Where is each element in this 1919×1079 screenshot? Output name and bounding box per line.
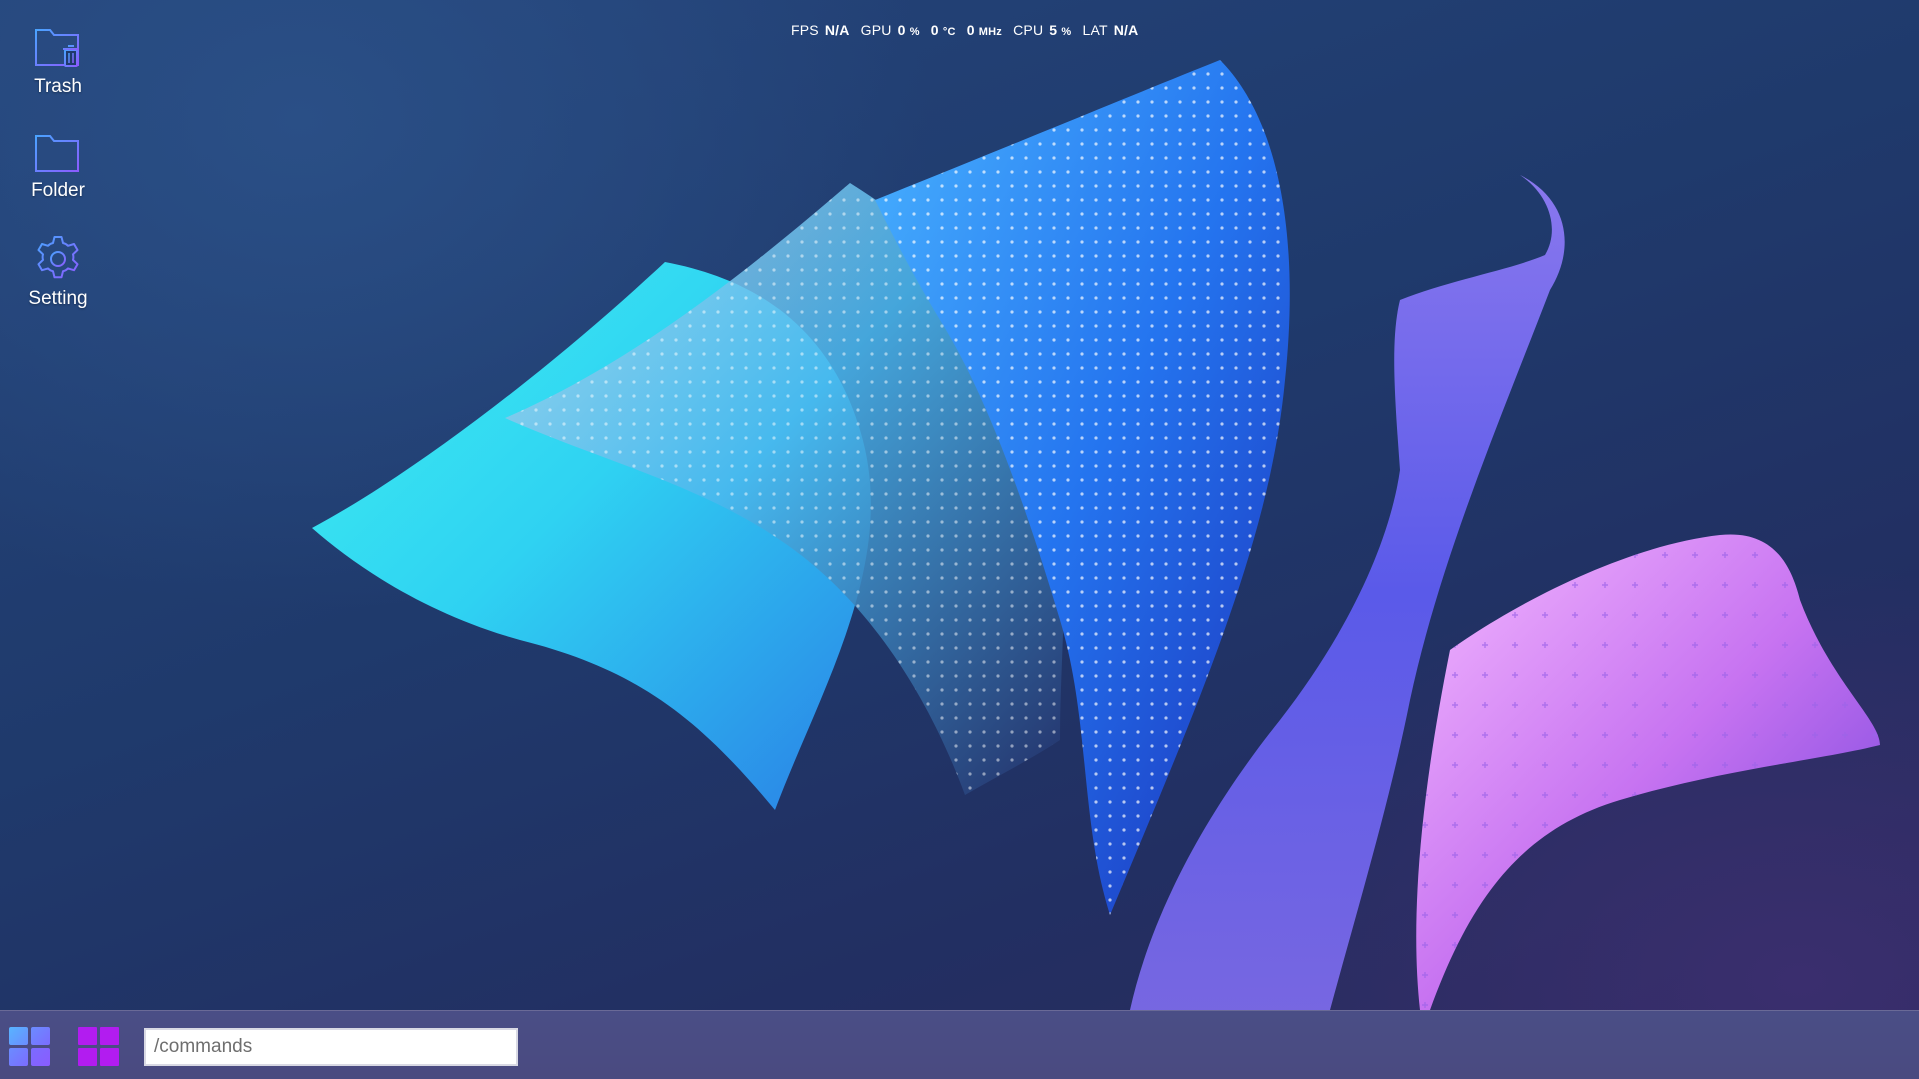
desktop-icon-folder[interactable]: Folder (18, 128, 98, 202)
app-grid-icon (78, 1027, 97, 1045)
windows-grid-icon (9, 1027, 28, 1045)
gpu-usage-value: 0 (897, 22, 906, 38)
desktop-icon-trash[interactable]: Trash (18, 22, 98, 98)
latency-value: N/A (1113, 22, 1139, 38)
performance-overlay: FPS N/A GPU 0 % 0 °C 0 MHz CPU 5 % LAT N/A (791, 22, 1145, 38)
latency-label: LAT (1082, 22, 1108, 38)
gpu-clock-value: 0 (966, 22, 975, 38)
gpu-temp-unit: °C (942, 26, 956, 38)
desktop-icon-label: Setting (28, 288, 88, 309)
folder-icon (35, 135, 79, 172)
windows-grid-icon (31, 1027, 50, 1045)
windows-grid-icon (9, 1048, 28, 1066)
gear-icon (37, 236, 79, 279)
trash-folder-icon (35, 29, 79, 67)
desktop-icon-setting[interactable]: Setting (18, 234, 98, 310)
desktop: FPS N/A GPU 0 % 0 °C 0 MHz CPU 5 % LAT N/A T… (0, 0, 1919, 1010)
cpu-usage-value: 5 (1049, 22, 1058, 38)
windows-grid-icon (31, 1048, 50, 1066)
taskbar (0, 1010, 1919, 1079)
fps-label: FPS (791, 22, 819, 38)
command-input[interactable] (144, 1028, 518, 1066)
fps-value: N/A (824, 22, 850, 38)
gpu-clock-unit: MHz (978, 26, 1003, 38)
desktop-icon-label: Folder (31, 180, 85, 201)
gpu-label: GPU (860, 22, 892, 38)
desktop-icon-label: Trash (34, 76, 82, 97)
app-grid-icon (78, 1048, 97, 1066)
cpu-label: CPU (1013, 22, 1044, 38)
start-button[interactable] (9, 1027, 51, 1067)
app-launcher-button[interactable] (78, 1027, 120, 1067)
app-grid-icon (100, 1048, 119, 1066)
gpu-usage-unit: % (909, 26, 920, 38)
gpu-temp-value: 0 (930, 22, 939, 38)
wallpaper-art (312, 60, 1880, 1010)
app-grid-icon (100, 1027, 119, 1045)
cpu-usage-unit: % (1061, 26, 1072, 38)
